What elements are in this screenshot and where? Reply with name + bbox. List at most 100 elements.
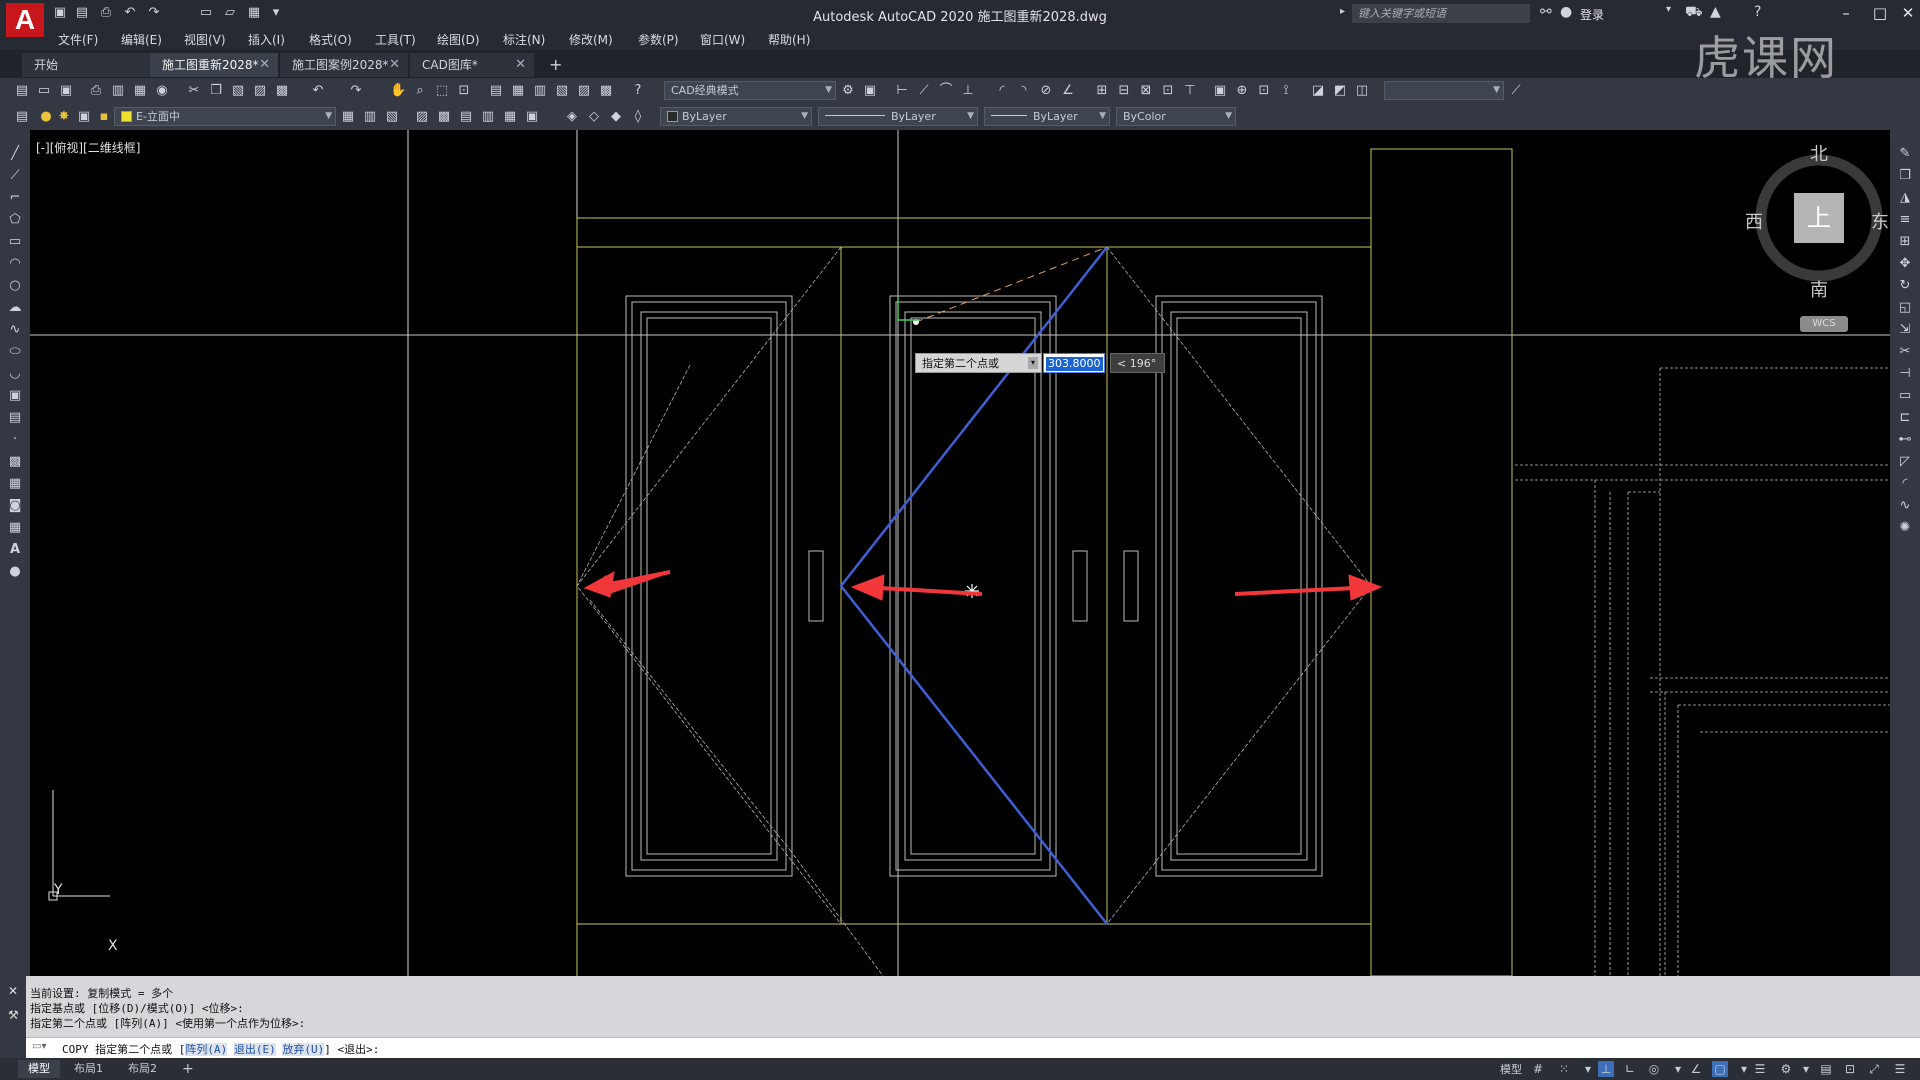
tool-palettes-icon[interactable]: ▥	[532, 83, 548, 99]
new-tab-plus-icon[interactable]: +	[540, 53, 570, 77]
viewcube[interactable]: 北 南 西 东 上 WCS	[1745, 140, 1889, 342]
clean-screen-icon[interactable]: ▤	[1818, 1061, 1834, 1077]
command-customize-icon[interactable]: ▭▾	[32, 1041, 46, 1052]
dynamic-input-distance[interactable]: 303.8000	[1043, 353, 1105, 373]
jogged-linear-icon[interactable]: ⟟	[1278, 83, 1294, 99]
autodesk-icon[interactable]: ▲	[1710, 4, 1721, 20]
lineweight-icon[interactable]: ☰	[1752, 1061, 1768, 1077]
customize-menu-icon[interactable]: ☰	[1892, 1061, 1908, 1077]
angle-icon[interactable]: ∠	[1688, 1061, 1704, 1077]
menu-parameters[interactable]: 参数(P)	[638, 31, 679, 48]
dynamic-input-angle[interactable]: < 196°	[1110, 353, 1165, 373]
linear-dimension-icon[interactable]: ⊢	[894, 83, 910, 99]
preview-icon[interactable]: ▥	[110, 83, 126, 99]
polar-icon[interactable]: ∟	[1622, 1061, 1638, 1077]
menu-view[interactable]: 视图(V)	[184, 31, 226, 48]
copy-object-icon[interactable]: ❐	[1897, 168, 1913, 184]
option-undo[interactable]: 放弃(U)	[282, 1043, 325, 1056]
minimize-button[interactable]: –	[1834, 2, 1858, 24]
open-file-icon[interactable]: ▭	[36, 83, 52, 99]
center-mark-icon[interactable]: ⊕	[1234, 83, 1250, 99]
menu-format[interactable]: 格式(O)	[309, 31, 352, 48]
save-file-icon[interactable]: ▣	[58, 83, 74, 99]
match-properties-icon[interactable]: ▨	[252, 83, 268, 99]
gear-icon[interactable]: ⚙	[840, 83, 856, 99]
menu-insert[interactable]: 插入(I)	[248, 31, 285, 48]
menu-tools[interactable]: 工具(T)	[375, 31, 416, 48]
dim-text-edit-icon[interactable]: ◩	[1332, 83, 1348, 99]
block-editor-icon[interactable]: ▩	[274, 83, 290, 99]
circle-icon[interactable]: ○	[7, 278, 23, 294]
construction-line-icon[interactable]: ⟋	[7, 168, 23, 184]
plot-icon[interactable]: ⎙	[88, 83, 104, 99]
menu-help[interactable]: 帮助(H)	[768, 31, 810, 48]
workspace-save-icon[interactable]: ▣	[862, 83, 878, 99]
copy-icon[interactable]: ❐	[208, 83, 224, 99]
continue-icon[interactable]: ⊠	[1138, 83, 1154, 99]
break-at-point-icon[interactable]: ▭	[1897, 388, 1913, 404]
help-icon[interactable]: ?	[630, 83, 646, 99]
ordinate-icon[interactable]: ⊥	[960, 83, 976, 99]
radius-icon[interactable]: ◜	[994, 83, 1010, 99]
tolerance-icon[interactable]: ▣	[1212, 83, 1228, 99]
sheet-set-icon[interactable]: ▧	[554, 83, 570, 99]
add-layout-plus-icon[interactable]: +	[172, 1060, 204, 1078]
space-icon[interactable]: ⊡	[1160, 83, 1176, 99]
lineweight-select[interactable]: ByLayer ▼	[984, 107, 1110, 126]
layer-unisolate-icon[interactable]: ▩	[436, 109, 452, 125]
move-icon[interactable]: ✥	[1897, 256, 1913, 272]
object-snap-tracking-icon[interactable]: ▾	[1670, 1061, 1686, 1077]
break-icon[interactable]: ⊏	[1897, 410, 1913, 426]
tab-layout1[interactable]: 布局1	[64, 1060, 113, 1078]
viewcube-north[interactable]: 北	[1810, 140, 1828, 166]
object-snap-icon[interactable]: ▢	[1712, 1061, 1728, 1077]
fillet-icon[interactable]: ◜	[1897, 476, 1913, 492]
jogged-icon[interactable]: ◝	[1016, 83, 1032, 99]
workspace-select[interactable]: CAD经典模式 ▼	[664, 81, 836, 100]
close-icon[interactable]: ✕	[8, 984, 18, 998]
menu-file[interactable]: 文件(F)	[58, 31, 98, 48]
zoom-window-icon[interactable]: ⬚	[434, 83, 450, 99]
layer-merge-icon[interactable]: ◇	[586, 109, 602, 125]
viewport-controls[interactable]: [-][俯视][二维线框]	[36, 139, 140, 156]
menu-edit[interactable]: 编辑(E)	[121, 31, 162, 48]
tab-model[interactable]: 模型	[18, 1060, 60, 1078]
wrench-icon[interactable]: ⚒	[8, 1008, 19, 1022]
polyline-icon[interactable]: ⌐	[7, 190, 23, 206]
point-icon[interactable]: ·	[7, 432, 23, 448]
viewcube-west[interactable]: 西	[1745, 208, 1763, 234]
layer-off-icon[interactable]: ▤	[458, 109, 474, 125]
blend-icon[interactable]: ∿	[1897, 498, 1913, 514]
trim-icon[interactable]: ✂	[1897, 344, 1913, 360]
fullscreen-icon[interactable]: ⤢	[1866, 1061, 1882, 1077]
tab-drawing-1[interactable]: 施工图重新2028* ✕	[150, 53, 278, 77]
multiline-text-icon[interactable]: A	[7, 542, 23, 558]
close-button[interactable]: ✕	[1896, 2, 1920, 24]
wcs-menu[interactable]: WCS	[1800, 316, 1848, 332]
array-icon[interactable]: ⊞	[1897, 234, 1913, 250]
lock-icon[interactable]: ▪	[96, 109, 112, 125]
option-exit[interactable]: 退出(E)	[233, 1043, 276, 1056]
layer-properties-icon[interactable]: ▤	[14, 109, 30, 125]
table-icon[interactable]: ▦	[7, 520, 23, 536]
dim-edit-icon[interactable]: ◪	[1310, 83, 1326, 99]
revision-cloud-icon[interactable]: ☁	[7, 300, 23, 316]
angular-icon[interactable]: ∠	[1060, 83, 1076, 99]
layer-match-icon[interactable]: ▣	[524, 109, 540, 125]
design-center-icon[interactable]: ▦	[510, 83, 526, 99]
zoom-realtime-icon[interactable]: ⌕	[412, 83, 428, 99]
linetype-select[interactable]: ByLayer ▼	[818, 107, 978, 126]
region-icon[interactable]: ◙	[7, 498, 23, 514]
arc-length-icon[interactable]: ⌒	[938, 83, 954, 99]
layer-freeze-icon[interactable]: ▥	[480, 109, 496, 125]
undo-icon[interactable]: ↶	[310, 83, 326, 99]
model-space-toggle[interactable]: 模型	[1500, 1061, 1522, 1077]
autocad-logo-icon[interactable]: A	[6, 3, 44, 37]
polygon-icon[interactable]: ⬠	[7, 212, 23, 228]
quick-dim-icon[interactable]: ⊞	[1094, 83, 1110, 99]
layer-isolate-icon[interactable]: ▨	[414, 109, 430, 125]
baseline-icon[interactable]: ⊟	[1116, 83, 1132, 99]
calculator-icon[interactable]: ▩	[598, 83, 614, 99]
ellipse-icon[interactable]: ⬭	[7, 344, 23, 360]
pan-icon[interactable]: ✋	[390, 83, 406, 99]
